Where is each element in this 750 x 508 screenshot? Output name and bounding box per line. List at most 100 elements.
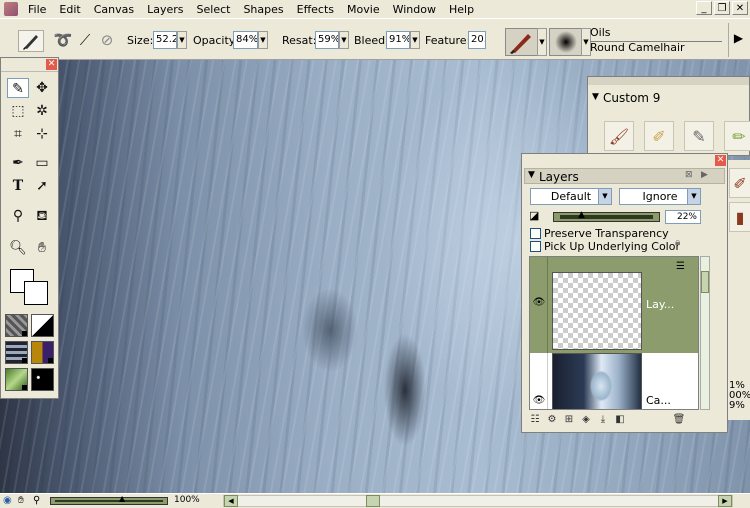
size-arrow[interactable]: ▼ (177, 31, 187, 49)
globe-icon[interactable]: ◉ (3, 494, 12, 508)
layer-opacity-field[interactable]: 22% (665, 210, 701, 224)
custom-brush-1-icon[interactable]: 🖌︎ (604, 121, 634, 151)
rectangle-shape-icon[interactable]: ▭ (31, 153, 53, 173)
freehand-stroke-icon[interactable]: ➰ (53, 30, 73, 50)
rectangular-selection-icon[interactable]: ⬚ (7, 101, 29, 121)
reset-tool-icon[interactable]: ⊘ (97, 30, 117, 50)
custom-brush-5-icon[interactable]: ✐ (729, 168, 750, 198)
horizontal-scrollbar[interactable]: ◀ ▶ (223, 495, 733, 507)
layers-header[interactable]: ▼ Layers ⊠ ▶ (524, 168, 725, 184)
chevron-down-icon[interactable]: ▼ (598, 189, 611, 204)
layer-opacity-slider[interactable]: ▲ (553, 210, 660, 222)
custom-brush-6-icon[interactable]: ▮ (729, 202, 750, 232)
scrollbar-thumb[interactable] (366, 495, 380, 507)
app-icon[interactable] (4, 2, 18, 16)
brush-variant-selector[interactable] (549, 28, 583, 56)
opacity-icon: ◪ (529, 209, 540, 222)
scrollbar-thumb[interactable] (701, 271, 709, 293)
chevron-down-icon[interactable]: ▼ (687, 189, 700, 204)
palette-options-icon[interactable]: ⊠ (685, 170, 693, 180)
composite-depth-dropdown[interactable]: Ignore ▼ (619, 188, 701, 205)
shape-selection-icon[interactable]: ➚ (31, 176, 53, 196)
scroll-left-icon[interactable]: ◀ (224, 495, 238, 507)
preserve-transparency-checkbox[interactable] (530, 228, 541, 239)
palette-menu-arrow-icon[interactable]: ▶ (701, 170, 708, 180)
looks-selector-icon[interactable] (31, 368, 54, 391)
eye-icon[interactable]: 👁︎ (532, 297, 546, 308)
magic-wand-icon[interactable]: ✲ (31, 101, 53, 121)
layers-close-icon[interactable]: ✕ (715, 155, 726, 166)
gradient-selector-icon[interactable] (31, 314, 54, 337)
zoom-slider[interactable]: ▲ (50, 494, 168, 505)
resat-arrow[interactable]: ▼ (339, 31, 349, 49)
eye-icon[interactable]: 👁︎ (532, 395, 546, 406)
size-field[interactable]: 52.2 (153, 31, 177, 49)
brush-icon[interactable]: ✎ (7, 78, 29, 98)
menu-select[interactable]: Select (191, 3, 238, 16)
menu-canvas[interactable]: Canvas (88, 3, 141, 16)
color-well[interactable] (10, 269, 50, 305)
text-icon[interactable]: T (7, 176, 29, 196)
menu-help[interactable]: Help (443, 3, 481, 16)
current-tool-brush-icon[interactable] (18, 30, 44, 52)
composite-method-dropdown[interactable]: Default ▼ (530, 188, 612, 205)
collapse-triangle-icon[interactable]: ▼ (528, 170, 535, 180)
drop-layer-icon[interactable]: ⤓ (596, 413, 610, 427)
custom-palette-titlebar[interactable] (588, 77, 749, 85)
brush-category-arrow[interactable]: ▼ (537, 28, 547, 56)
lock-icon[interactable]: 🔒︎ (675, 237, 680, 248)
layer-list-scrollbar[interactable] (700, 256, 710, 410)
grabber-hand-icon[interactable]: ✋︎ (31, 238, 53, 258)
pick-up-underlying-color-checkbox[interactable] (530, 241, 541, 252)
opacity-field[interactable]: 84% (233, 31, 258, 49)
custom-brush-4-icon[interactable]: ✏ (724, 121, 750, 151)
crop-icon[interactable]: ⌗ (7, 124, 29, 144)
layer-row[interactable]: 👁︎ Lay... ☰ (530, 257, 698, 353)
property-bar-menu-icon[interactable]: ▶ (728, 23, 748, 57)
magnifier-icon[interactable]: 🔍︎ (7, 238, 29, 258)
dropper-icon[interactable]: ⚲ (7, 206, 29, 226)
layer-row[interactable]: 👁︎ Ca... (530, 353, 698, 409)
brush-category-selector[interactable] (505, 28, 539, 56)
custom-brush-3-icon[interactable]: ✎ (684, 121, 714, 151)
restore-button[interactable]: ❐ (714, 1, 730, 15)
custom-brush-2-icon[interactable]: ✐ (644, 121, 674, 151)
opacity-arrow[interactable]: ▼ (258, 31, 268, 49)
layer-mask-icon[interactable]: ◈ (579, 413, 593, 427)
resat-field[interactable]: 59% (315, 31, 339, 49)
slider-thumb[interactable]: ▲ (578, 210, 585, 220)
menu-file[interactable]: File (22, 3, 53, 16)
bleed-arrow[interactable]: ▼ (410, 31, 420, 49)
trash-icon[interactable]: 🗑︎ (672, 413, 686, 427)
selection-adjuster-icon[interactable]: ✥ (31, 78, 53, 98)
bleed-field[interactable]: 91% (386, 31, 410, 49)
magnifier-icon[interactable]: ⚲ (33, 494, 40, 508)
menu-window[interactable]: Window (387, 3, 443, 16)
menu-edit[interactable]: Edit (53, 3, 87, 16)
transform-icon[interactable]: ⊹ (31, 124, 53, 144)
slider-thumb[interactable]: ▲ (119, 494, 125, 503)
grabber-hand-icon[interactable]: ✋︎ (18, 494, 24, 508)
dynamic-plugins-icon[interactable]: ⚙ (545, 413, 559, 427)
feature-field[interactable]: 20. (468, 31, 486, 49)
menu-shapes[interactable]: Shapes (237, 3, 290, 16)
paper-selector-icon[interactable] (5, 314, 28, 337)
pen-icon[interactable]: ✒ (7, 153, 29, 173)
layer-commands-icon[interactable]: ☷ (528, 413, 542, 427)
straight-line-stroke-icon[interactable]: ⟋ (75, 30, 95, 50)
collapse-triangle-icon[interactable]: ▼ (592, 92, 599, 102)
minimize-button[interactable]: _ (696, 1, 712, 15)
new-layer-icon[interactable]: ⊞ (562, 413, 576, 427)
fill-layer-icon[interactable]: ◧ (613, 413, 627, 427)
paint-bucket-icon[interactable]: ⛾ (31, 206, 53, 226)
nozzle-selector-icon[interactable] (5, 368, 28, 391)
weave-selector-icon[interactable] (31, 341, 54, 364)
menu-layers[interactable]: Layers (141, 3, 190, 16)
menu-effects[interactable]: Effects (291, 3, 341, 16)
pattern-selector-icon[interactable] (5, 341, 28, 364)
close-button[interactable]: ✕ (732, 1, 748, 15)
menu-movie[interactable]: Movie (341, 3, 387, 16)
additional-color-swatch[interactable] (24, 281, 48, 305)
toolbox-close-icon[interactable]: ✕ (46, 59, 57, 70)
scroll-right-icon[interactable]: ▶ (718, 495, 732, 507)
